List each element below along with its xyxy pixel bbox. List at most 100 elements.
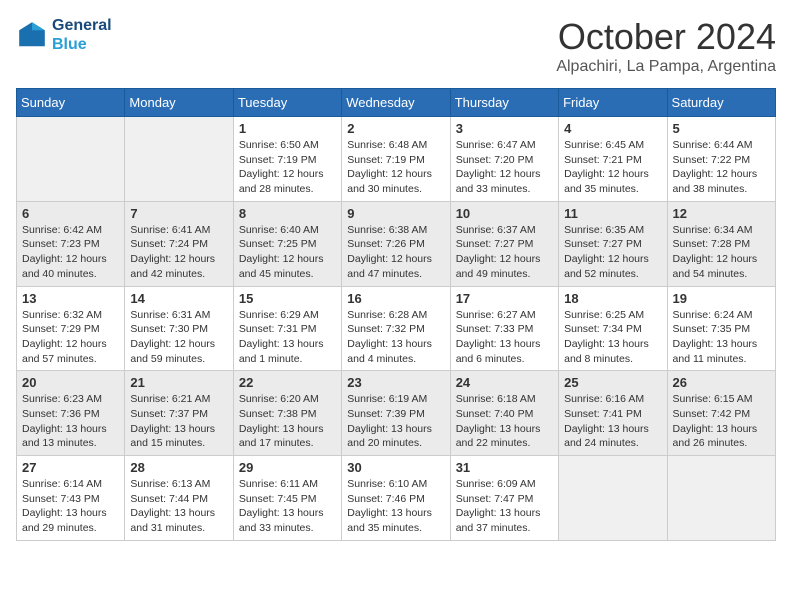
day-number: 22: [239, 375, 336, 390]
day-info: Sunrise: 6:19 AMSunset: 7:39 PMDaylight:…: [347, 392, 444, 451]
day-info: Sunrise: 6:27 AMSunset: 7:33 PMDaylight:…: [456, 308, 553, 367]
calendar-cell: 13Sunrise: 6:32 AMSunset: 7:29 PMDayligh…: [17, 286, 125, 371]
day-info: Sunrise: 6:44 AMSunset: 7:22 PMDaylight:…: [673, 138, 770, 197]
day-info: Sunrise: 6:21 AMSunset: 7:37 PMDaylight:…: [130, 392, 227, 451]
calendar-cell: 26Sunrise: 6:15 AMSunset: 7:42 PMDayligh…: [667, 371, 775, 456]
calendar-cell: 3 Sunrise: 6:47 AMSunset: 7:20 PMDaylight…: [450, 117, 558, 202]
day-info: Sunrise: 6:48 AMSunset: 7:19 PMDaylight:…: [347, 138, 444, 197]
calendar-cell: 20Sunrise: 6:23 AMSunset: 7:36 PMDayligh…: [17, 371, 125, 456]
day-number: 16: [347, 291, 444, 306]
location: Alpachiri, La Pampa, Argentina: [556, 58, 776, 76]
day-number: 2: [347, 121, 444, 136]
day-number: 10: [456, 206, 553, 221]
weekday-header-tuesday: Tuesday: [233, 89, 341, 117]
calendar-cell: 5 Sunrise: 6:44 AMSunset: 7:22 PMDaylight…: [667, 117, 775, 202]
logo-icon: [16, 19, 48, 51]
calendar-week-1: 1 Sunrise: 6:50 AMSunset: 7:19 PMDaylight…: [17, 117, 776, 202]
day-info: Sunrise: 6:28 AMSunset: 7:32 PMDaylight:…: [347, 308, 444, 367]
day-number: 9: [347, 206, 444, 221]
calendar-week-5: 27 Sunrise: 6:14 AMSunset: 7:43 PMDayligh…: [17, 456, 776, 541]
calendar-cell: 12 Sunrise: 6:34 AMSunset: 7:28 PMDayligh…: [667, 201, 775, 286]
day-number: 4: [564, 121, 661, 136]
calendar-cell: 27 Sunrise: 6:14 AMSunset: 7:43 PMDayligh…: [17, 456, 125, 541]
calendar-cell: 15Sunrise: 6:29 AMSunset: 7:31 PMDayligh…: [233, 286, 341, 371]
day-number: 19: [673, 291, 770, 306]
calendar-cell: [17, 117, 125, 202]
day-number: 29: [239, 460, 336, 475]
day-number: 27: [22, 460, 119, 475]
day-number: 24: [456, 375, 553, 390]
day-info: Sunrise: 6:11 AMSunset: 7:45 PMDaylight:…: [239, 477, 336, 536]
day-number: 26: [673, 375, 770, 390]
calendar-cell: [559, 456, 667, 541]
weekday-header-monday: Monday: [125, 89, 233, 117]
day-info: Sunrise: 6:35 AMSunset: 7:27 PMDaylight:…: [564, 223, 661, 282]
day-info: Sunrise: 6:25 AMSunset: 7:34 PMDaylight:…: [564, 308, 661, 367]
calendar-cell: 10 Sunrise: 6:37 AMSunset: 7:27 PMDayligh…: [450, 201, 558, 286]
weekday-header-saturday: Saturday: [667, 89, 775, 117]
day-number: 31: [456, 460, 553, 475]
day-info: Sunrise: 6:40 AMSunset: 7:25 PMDaylight:…: [239, 223, 336, 282]
day-info: Sunrise: 6:32 AMSunset: 7:29 PMDaylight:…: [22, 308, 119, 367]
calendar-cell: 17 Sunrise: 6:27 AMSunset: 7:33 PMDayligh…: [450, 286, 558, 371]
calendar-cell: 4Sunrise: 6:45 AMSunset: 7:21 PMDaylight…: [559, 117, 667, 202]
calendar-cell: 30 Sunrise: 6:10 AMSunset: 7:46 PMDayligh…: [342, 456, 450, 541]
calendar-cell: 16 Sunrise: 6:28 AMSunset: 7:32 PMDayligh…: [342, 286, 450, 371]
day-number: 11: [564, 206, 661, 221]
weekday-header-wednesday: Wednesday: [342, 89, 450, 117]
day-number: 7: [130, 206, 227, 221]
day-info: Sunrise: 6:42 AMSunset: 7:23 PMDaylight:…: [22, 223, 119, 282]
day-number: 21: [130, 375, 227, 390]
calendar: SundayMondayTuesdayWednesdayThursdayFrid…: [16, 88, 776, 541]
calendar-cell: 22 Sunrise: 6:20 AMSunset: 7:38 PMDayligh…: [233, 371, 341, 456]
calendar-cell: 29 Sunrise: 6:11 AMSunset: 7:45 PMDayligh…: [233, 456, 341, 541]
day-info: Sunrise: 6:34 AMSunset: 7:28 PMDaylight:…: [673, 223, 770, 282]
calendar-cell: 11 Sunrise: 6:35 AMSunset: 7:27 PMDayligh…: [559, 201, 667, 286]
calendar-cell: 18 Sunrise: 6:25 AMSunset: 7:34 PMDayligh…: [559, 286, 667, 371]
calendar-cell: 21 Sunrise: 6:21 AMSunset: 7:37 PMDayligh…: [125, 371, 233, 456]
day-number: 14: [130, 291, 227, 306]
day-info: Sunrise: 6:47 AMSunset: 7:20 PMDaylight:…: [456, 138, 553, 197]
calendar-cell: 24 Sunrise: 6:18 AMSunset: 7:40 PMDayligh…: [450, 371, 558, 456]
day-number: 8: [239, 206, 336, 221]
weekday-header-friday: Friday: [559, 89, 667, 117]
logo-text: General Blue: [52, 16, 112, 54]
calendar-cell: 28Sunrise: 6:13 AMSunset: 7:44 PMDayligh…: [125, 456, 233, 541]
day-number: 12: [673, 206, 770, 221]
day-info: Sunrise: 6:31 AMSunset: 7:30 PMDaylight:…: [130, 308, 227, 367]
calendar-cell: 25 Sunrise: 6:16 AMSunset: 7:41 PMDayligh…: [559, 371, 667, 456]
day-info: Sunrise: 6:41 AMSunset: 7:24 PMDaylight:…: [130, 223, 227, 282]
calendar-cell: 2 Sunrise: 6:48 AMSunset: 7:19 PMDaylight…: [342, 117, 450, 202]
page-header: General Blue October 2024 Alpachiri, La …: [16, 16, 776, 76]
day-info: Sunrise: 6:50 AMSunset: 7:19 PMDaylight:…: [239, 138, 336, 197]
day-info: Sunrise: 6:18 AMSunset: 7:40 PMDaylight:…: [456, 392, 553, 451]
calendar-cell: 14 Sunrise: 6:31 AMSunset: 7:30 PMDayligh…: [125, 286, 233, 371]
day-info: Sunrise: 6:09 AMSunset: 7:47 PMDaylight:…: [456, 477, 553, 536]
calendar-cell: 1 Sunrise: 6:50 AMSunset: 7:19 PMDaylight…: [233, 117, 341, 202]
calendar-cell: [125, 117, 233, 202]
month-title: October 2024: [556, 16, 776, 58]
day-number: 1: [239, 121, 336, 136]
day-number: 30: [347, 460, 444, 475]
calendar-cell: 7 Sunrise: 6:41 AMSunset: 7:24 PMDaylight…: [125, 201, 233, 286]
calendar-cell: 6 Sunrise: 6:42 AMSunset: 7:23 PMDaylight…: [17, 201, 125, 286]
day-info: Sunrise: 6:20 AMSunset: 7:38 PMDaylight:…: [239, 392, 336, 451]
calendar-cell: 8 Sunrise: 6:40 AMSunset: 7:25 PMDaylight…: [233, 201, 341, 286]
day-number: 17: [456, 291, 553, 306]
day-info: Sunrise: 6:13 AMSunset: 7:44 PMDaylight:…: [130, 477, 227, 536]
title-section: October 2024 Alpachiri, La Pampa, Argent…: [556, 16, 776, 76]
day-info: Sunrise: 6:37 AMSunset: 7:27 PMDaylight:…: [456, 223, 553, 282]
day-number: 3: [456, 121, 553, 136]
calendar-week-4: 20Sunrise: 6:23 AMSunset: 7:36 PMDayligh…: [17, 371, 776, 456]
day-info: Sunrise: 6:14 AMSunset: 7:43 PMDaylight:…: [22, 477, 119, 536]
calendar-cell: 23Sunrise: 6:19 AMSunset: 7:39 PMDayligh…: [342, 371, 450, 456]
logo: General Blue: [16, 16, 112, 54]
day-number: 18: [564, 291, 661, 306]
day-number: 25: [564, 375, 661, 390]
day-info: Sunrise: 6:16 AMSunset: 7:41 PMDaylight:…: [564, 392, 661, 451]
day-number: 5: [673, 121, 770, 136]
day-info: Sunrise: 6:23 AMSunset: 7:36 PMDaylight:…: [22, 392, 119, 451]
calendar-week-2: 6 Sunrise: 6:42 AMSunset: 7:23 PMDaylight…: [17, 201, 776, 286]
day-info: Sunrise: 6:10 AMSunset: 7:46 PMDaylight:…: [347, 477, 444, 536]
day-number: 6: [22, 206, 119, 221]
